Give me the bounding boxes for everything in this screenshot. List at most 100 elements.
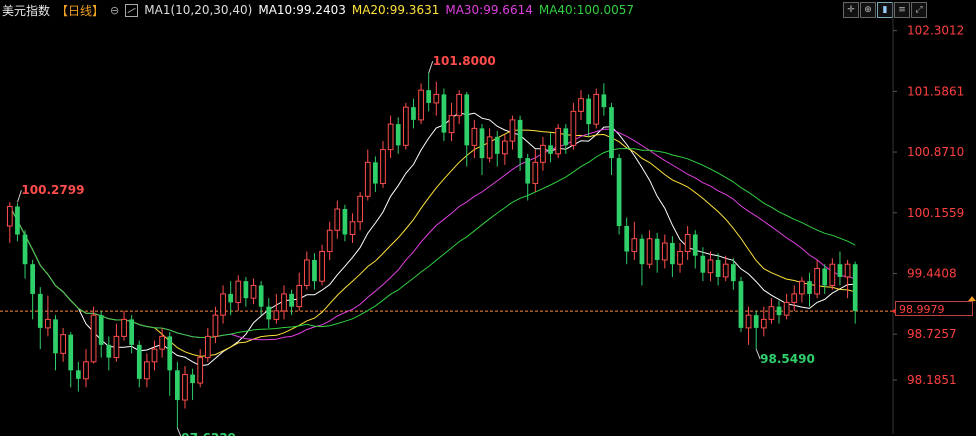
candle-body-up xyxy=(144,361,150,380)
candle-body-down xyxy=(639,238,645,265)
candle-body-up xyxy=(722,263,729,278)
candle-body-down xyxy=(15,206,20,235)
candle-body-down xyxy=(426,90,432,103)
candle-body-up xyxy=(433,93,440,104)
candle-body-down xyxy=(692,234,698,256)
candle-body-down xyxy=(106,344,112,358)
candle-body-up xyxy=(402,106,409,146)
candle-body-down xyxy=(243,281,249,299)
y-tick-label: 102.3012 xyxy=(907,24,964,38)
candle-body-up xyxy=(380,149,386,185)
candle-body-down xyxy=(715,259,721,277)
candle-body-down xyxy=(601,94,607,108)
candle-body-down xyxy=(228,293,234,303)
candle-body-down xyxy=(266,306,272,320)
candle-body-up xyxy=(326,229,333,252)
candle-body-down xyxy=(30,264,36,294)
candle-body-down xyxy=(464,94,470,146)
candle-body-up xyxy=(83,361,89,380)
candle-body-up xyxy=(182,374,188,401)
candle-body-down xyxy=(37,293,43,328)
candle-body-down xyxy=(517,119,523,159)
candle-body-up xyxy=(204,335,211,359)
candle-body-down xyxy=(441,94,447,133)
y-tick-label: 100.1559 xyxy=(907,206,964,220)
candle-body-up xyxy=(661,242,668,261)
extreme-price-label: 100.2799 xyxy=(21,183,84,197)
candle-body-down xyxy=(373,162,378,184)
candle-body-up xyxy=(844,263,851,278)
candle-body-up xyxy=(532,161,539,185)
candle-body-up xyxy=(197,357,204,384)
candle-body-up xyxy=(814,267,820,295)
ma30-line xyxy=(9,128,856,341)
candle-body-up xyxy=(829,263,836,286)
candle-body-down xyxy=(738,281,744,328)
candle-body-down xyxy=(22,234,28,265)
candle-body-up xyxy=(45,318,51,329)
candle-body-down xyxy=(136,344,142,379)
candle-body-down xyxy=(700,255,706,273)
candle-body-down xyxy=(548,145,553,154)
candle-body-up xyxy=(151,348,158,363)
candle-body-down xyxy=(342,209,348,235)
candle-body-up xyxy=(6,205,13,227)
candle-body-down xyxy=(167,336,173,371)
candle-body-up xyxy=(113,335,120,359)
extreme-price-label: 101.8000 xyxy=(433,54,496,68)
candle-body-up xyxy=(273,310,280,320)
candle-body-up xyxy=(799,280,805,295)
candle-body-up xyxy=(456,93,463,117)
candle-body-up xyxy=(235,280,242,303)
candle-body-down xyxy=(494,136,500,154)
candle-body-up xyxy=(578,98,584,112)
candle-body-down xyxy=(654,238,660,260)
candle-body-down xyxy=(753,315,759,328)
candle-body-up xyxy=(90,314,97,363)
candle-body-up xyxy=(783,301,790,316)
candle-body-up xyxy=(631,238,638,252)
candle-body-down xyxy=(525,158,531,184)
candle-body-down xyxy=(852,264,858,311)
y-tick-label: 98.7257 xyxy=(907,327,957,341)
candle-body-up xyxy=(220,293,226,316)
candle-body-up xyxy=(349,221,356,235)
candle-body-up xyxy=(334,208,341,231)
ma10-line xyxy=(9,112,856,367)
candle-body-up xyxy=(212,314,219,337)
extreme-price-label: 98.5490 xyxy=(760,352,815,366)
candle-body-down xyxy=(258,285,264,307)
y-tick-label: 98.1851 xyxy=(907,373,957,387)
candle-body-up xyxy=(296,284,303,308)
candle-body-up xyxy=(486,136,493,159)
ma40-line xyxy=(9,148,856,338)
candle-body-down xyxy=(68,334,74,371)
candle-body-down xyxy=(730,264,736,282)
candle-body-down xyxy=(395,124,401,146)
candle-body-up xyxy=(509,119,516,142)
candle-body-up xyxy=(250,284,257,299)
candle-body-up xyxy=(121,318,127,337)
candle-body-down xyxy=(837,264,843,277)
candle-body-down xyxy=(312,259,317,282)
candle-body-up xyxy=(707,259,714,274)
candle-body-down xyxy=(175,370,180,401)
candle-body-down xyxy=(586,98,591,125)
candle-body-down xyxy=(411,107,416,120)
ma20-line xyxy=(9,129,856,357)
candle-body-down xyxy=(53,319,58,354)
candle-body-up xyxy=(319,250,325,282)
candle-body-down xyxy=(776,306,782,316)
candle-body-up xyxy=(501,140,508,155)
candle-body-down xyxy=(670,242,675,265)
y-tick-label: 101.5861 xyxy=(907,84,964,98)
candlestick-chart[interactable]: 102.3012 101.5861 100.8710 100.1559 99.4408 9… xyxy=(0,0,976,436)
candle-body-down xyxy=(479,128,485,159)
candle-body-up xyxy=(768,306,775,320)
candle-body-up xyxy=(60,334,66,354)
candle-body-up xyxy=(555,127,562,155)
candle-body-up xyxy=(387,123,394,151)
candle-body-up xyxy=(677,250,683,265)
candle-body-up xyxy=(281,293,287,312)
candle-body-up xyxy=(791,293,798,303)
